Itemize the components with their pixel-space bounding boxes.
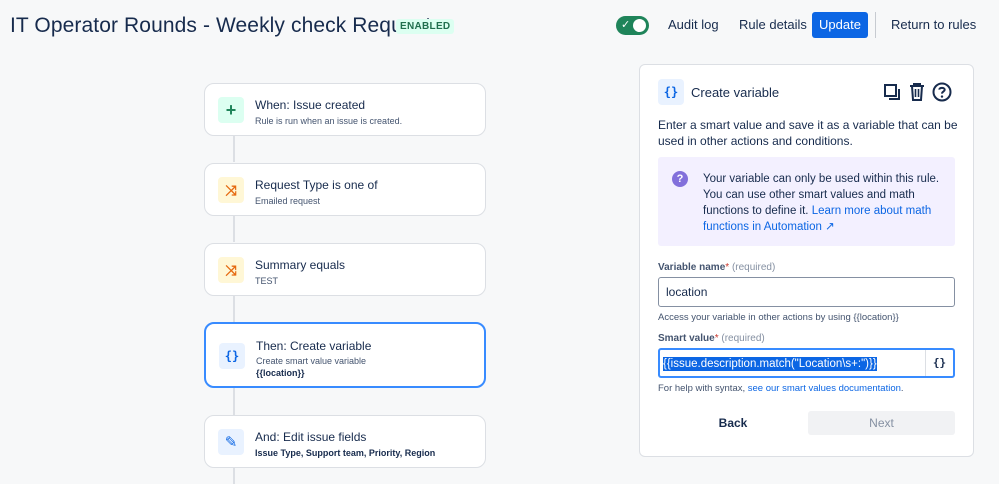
variable-name-label: Variable name* (required): [658, 262, 775, 273]
condition-card-request-type[interactable]: ⤨ Request Type is one of Emailed request: [204, 163, 486, 216]
info-message: ? Your variable can only be used within …: [658, 157, 955, 246]
braces-icon: {}: [219, 343, 245, 369]
required-text: (required): [721, 333, 765, 344]
shuffle-icon: ⤨: [218, 257, 244, 283]
label-text: Smart value: [658, 333, 715, 344]
header: IT Operator Rounds - Weekly check Reques…: [0, 0, 999, 52]
card-title: And: Edit issue fields: [255, 430, 367, 444]
audit-log-button[interactable]: Audit log: [662, 12, 725, 38]
syntax-help-text: For help with syntax, see our smart valu…: [658, 383, 904, 394]
flow-connector: [233, 136, 235, 162]
smart-value-input[interactable]: {{issue.description.match("Location\s+:"…: [658, 348, 955, 378]
return-to-rules-button[interactable]: Return to rules: [885, 12, 982, 38]
required-star: *: [714, 333, 719, 344]
card-title: When: Issue created: [255, 98, 366, 112]
flow-connector: [233, 468, 235, 484]
card-subtitle: Emailed request: [255, 196, 321, 206]
card-title: Summary equals: [255, 258, 346, 272]
toggle-knob: [633, 19, 646, 32]
shuffle-icon: ⤨: [218, 177, 244, 203]
help-icon[interactable]: [931, 81, 953, 103]
flow-connector: [233, 388, 235, 415]
required-star: *: [725, 262, 730, 273]
trigger-card-issue-created[interactable]: + When: Issue created Rule is run when a…: [204, 83, 486, 136]
variable-name-input[interactable]: location: [658, 277, 955, 307]
condition-card-summary-equals[interactable]: ⤨ Summary equals TEST: [204, 243, 486, 296]
panel-description: Enter a smart value and save it as a var…: [658, 118, 958, 148]
card-title: Request Type is one of: [255, 178, 378, 192]
selected-smart-value: {{issue.description.match("Location\s+:"…: [663, 357, 877, 371]
plus-icon: +: [218, 97, 244, 123]
pencil-icon: ✎: [218, 429, 244, 455]
syntax-help-end: .: [900, 383, 904, 394]
action-card-edit-issue-fields[interactable]: ✎ And: Edit issue fields Issue Type, Sup…: [204, 415, 486, 468]
header-divider: [875, 12, 876, 38]
braces-icon: {}: [658, 79, 684, 105]
syntax-help-body: For help with syntax,: [658, 383, 748, 394]
create-variable-panel: {} Create variable Enter a smart value a…: [639, 64, 974, 457]
check-icon: ✓: [621, 19, 631, 31]
page-title: IT Operator Rounds - Weekly check Reques…: [10, 14, 442, 37]
rule-enabled-toggle[interactable]: ✓: [616, 16, 649, 35]
flow-connector: [233, 296, 235, 322]
required-text: (required): [731, 262, 776, 273]
variable-help-text: Access your variable in other actions by…: [658, 312, 899, 323]
flow-connector: [233, 216, 235, 242]
automation-rule-editor: IT Operator Rounds - Weekly check Reques…: [0, 0, 999, 484]
delete-icon[interactable]: [906, 81, 928, 103]
label-text: Variable name: [658, 262, 726, 273]
update-button[interactable]: Update: [812, 12, 868, 38]
next-button[interactable]: Next: [808, 411, 955, 435]
back-button[interactable]: Back: [698, 411, 768, 435]
smart-values-docs-link[interactable]: see our smart values documentation: [748, 383, 901, 394]
panel-title: Create variable: [691, 85, 780, 100]
smart-value-label: Smart value* (required): [658, 333, 765, 344]
smart-value-picker-button[interactable]: {}: [925, 350, 953, 376]
card-subtitle: TEST: [255, 276, 279, 286]
card-variable-name: {{location}}: [256, 368, 305, 378]
card-subtitle: Rule is run when an issue is created.: [255, 116, 403, 126]
card-subtitle: Create smart value variable: [256, 356, 367, 366]
question-icon: ?: [672, 171, 688, 187]
duplicate-icon[interactable]: [881, 81, 903, 103]
info-text: Your variable can only be used within th…: [703, 171, 948, 235]
status-badge: ENABLED: [396, 19, 455, 34]
card-title: Then: Create variable: [256, 339, 372, 353]
rule-details-button[interactable]: Rule details: [733, 12, 813, 38]
card-subtitle: Issue Type, Support team, Priority, Regi…: [255, 448, 436, 458]
action-card-create-variable[interactable]: {} Then: Create variable Create smart va…: [204, 322, 486, 388]
